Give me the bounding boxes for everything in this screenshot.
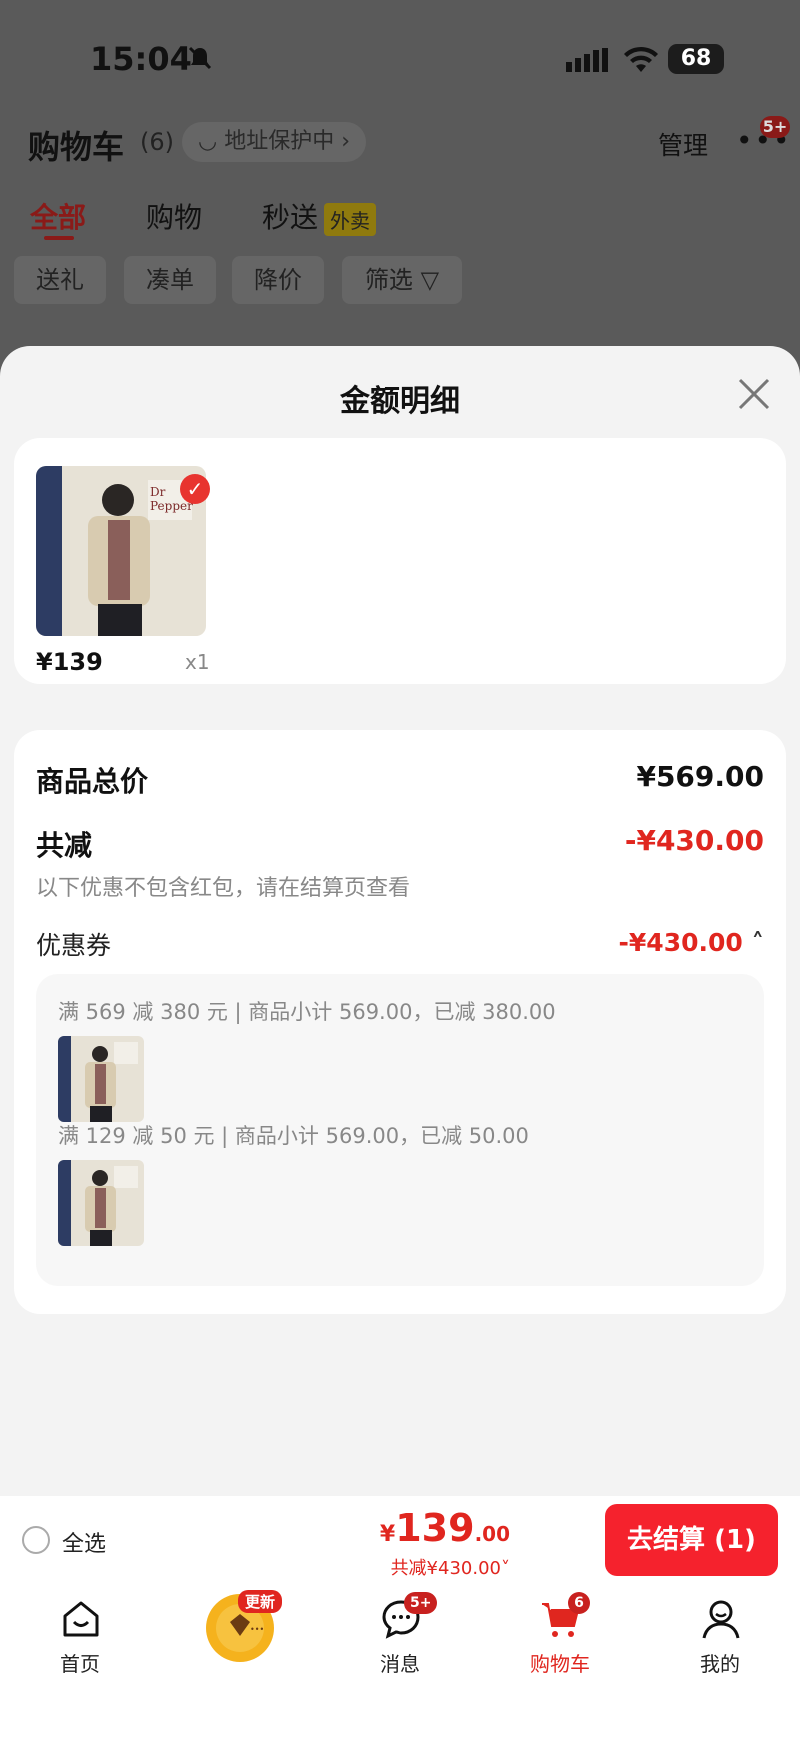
chip-bundle[interactable]: 凑单 bbox=[124, 256, 216, 304]
coupon-product-image bbox=[58, 1160, 144, 1246]
coupon-toggle[interactable]: -¥430.00 ˄ bbox=[619, 928, 764, 957]
chevron-down-icon: ˅ bbox=[501, 1558, 510, 1579]
nav-messages[interactable]: 消息 bbox=[340, 1586, 460, 1696]
product-card: Dr Pepper ✓ ¥139 x1 bbox=[14, 438, 786, 684]
manage-button[interactable]: 管理 bbox=[658, 126, 708, 162]
chip-label: 筛选 bbox=[364, 266, 413, 294]
selected-check-icon: ✓ bbox=[180, 474, 210, 504]
chevron-up-icon: ˄ bbox=[742, 928, 764, 957]
checkout-bar: 全选 ¥139.00 共减¥430.00˅ 去结算 (1) bbox=[0, 1496, 800, 1586]
price-integer: 139 bbox=[395, 1506, 475, 1550]
coupon-line: 满 569 减 380 元 | 商品小计 569.00，已减 380.00 bbox=[58, 1000, 556, 1024]
nav-profile[interactable]: 我的 bbox=[660, 1586, 780, 1696]
summary-card: 商品总价 ¥569.00 共减 -¥430.00 以下优惠不包含红包，请在结算页… bbox=[14, 730, 786, 1314]
coupon-value: -¥430.00 bbox=[618, 928, 743, 957]
nav-label: 购物车 bbox=[530, 1652, 590, 1676]
coupon-product-image bbox=[58, 1036, 144, 1122]
filter-icon: ▽ bbox=[420, 266, 440, 294]
sheet-title: 金额明细 bbox=[340, 384, 460, 419]
amount-detail-sheet: 金额明细 Dr Pepper ✓ ¥139 x1 商品总价 ¥569.00 共减 bbox=[0, 346, 800, 1496]
nav-label: 我的 bbox=[700, 1652, 740, 1676]
page-title: 购物车 bbox=[28, 128, 125, 166]
wifi-icon bbox=[624, 46, 658, 72]
more-badge: 5+ bbox=[760, 116, 790, 138]
select-all-radio[interactable] bbox=[22, 1526, 50, 1554]
discount-note: 以下优惠不包含红包，请在结算页查看 bbox=[36, 876, 411, 901]
item-quantity: x1 bbox=[185, 650, 210, 674]
currency-symbol: ¥ bbox=[379, 1522, 396, 1547]
status-bar: 15:04 68 bbox=[0, 30, 800, 90]
checkout-button[interactable]: 去结算 (1) bbox=[605, 1504, 778, 1576]
bell-muted-icon bbox=[188, 46, 212, 70]
takeout-tag: 外卖 bbox=[324, 202, 377, 236]
reduce-summary-label: 共减¥430.00 bbox=[390, 1558, 501, 1579]
tab-label: 秒送 bbox=[262, 201, 319, 234]
nav-label: 消息 bbox=[380, 1652, 420, 1676]
total-price: ¥139.00 bbox=[380, 1506, 510, 1550]
shield-icon: ◡ bbox=[198, 129, 225, 154]
tab-indicator bbox=[44, 236, 74, 240]
signal-icon bbox=[566, 48, 608, 72]
chip-price-drop[interactable]: 降价 bbox=[232, 256, 324, 304]
chevron-right-icon: › bbox=[334, 129, 351, 154]
user-icon bbox=[702, 1600, 740, 1639]
address-label: 地址保护中 bbox=[224, 129, 335, 154]
nav-label: 首页 bbox=[60, 1652, 100, 1676]
nav-cart[interactable]: 购物车 bbox=[500, 1586, 620, 1696]
tab-label: 全部 bbox=[30, 201, 87, 234]
nav-home[interactable]: 首页 bbox=[20, 1586, 140, 1696]
message-badge: 5+ bbox=[404, 1592, 438, 1614]
address-protection-button[interactable]: ◡ 地址保护中 › bbox=[182, 122, 367, 162]
status-time: 15:04 bbox=[90, 40, 192, 78]
cart-count: (6) bbox=[140, 128, 174, 156]
close-icon[interactable] bbox=[736, 376, 772, 412]
tab-shopping[interactable]: 购物 bbox=[146, 196, 202, 236]
coupon-detail-box: 满 569 减 380 元 | 商品小计 569.00，已减 380.00 满 … bbox=[36, 974, 764, 1286]
chip-gift[interactable]: 送礼 bbox=[14, 256, 106, 304]
item-price: ¥139 bbox=[36, 648, 103, 676]
cart-badge: 6 bbox=[568, 1592, 590, 1614]
home-icon bbox=[63, 1601, 99, 1637]
svg-text:•••: ••• bbox=[250, 1625, 264, 1634]
tab-all[interactable]: 全部 bbox=[30, 196, 87, 240]
reduce-value: -¥430.00 bbox=[624, 824, 764, 857]
tab-instant-delivery[interactable]: 秒送 外卖 bbox=[262, 196, 377, 236]
select-all-label[interactable]: 全选 bbox=[62, 1526, 106, 1558]
reduce-summary[interactable]: 共减¥430.00˅ bbox=[391, 1554, 510, 1580]
price-decimal: .00 bbox=[474, 1522, 510, 1546]
battery-indicator: 68 bbox=[668, 44, 724, 74]
total-value: ¥569.00 bbox=[636, 760, 764, 793]
svg-text:Dr: Dr bbox=[150, 485, 166, 499]
chip-filter[interactable]: 筛选 ▽ bbox=[342, 256, 462, 304]
reduce-label: 共减 bbox=[36, 829, 93, 862]
coupon-line: 满 129 减 50 元 | 商品小计 569.00，已减 50.00 bbox=[58, 1124, 529, 1148]
coupon-label: 优惠券 bbox=[36, 931, 112, 960]
bottom-navigation: 首页 ••• 更新 消息 5+ 购物车 6 我的 bbox=[0, 1586, 800, 1738]
update-badge: 更新 bbox=[238, 1590, 283, 1613]
total-label: 商品总价 bbox=[36, 765, 149, 798]
